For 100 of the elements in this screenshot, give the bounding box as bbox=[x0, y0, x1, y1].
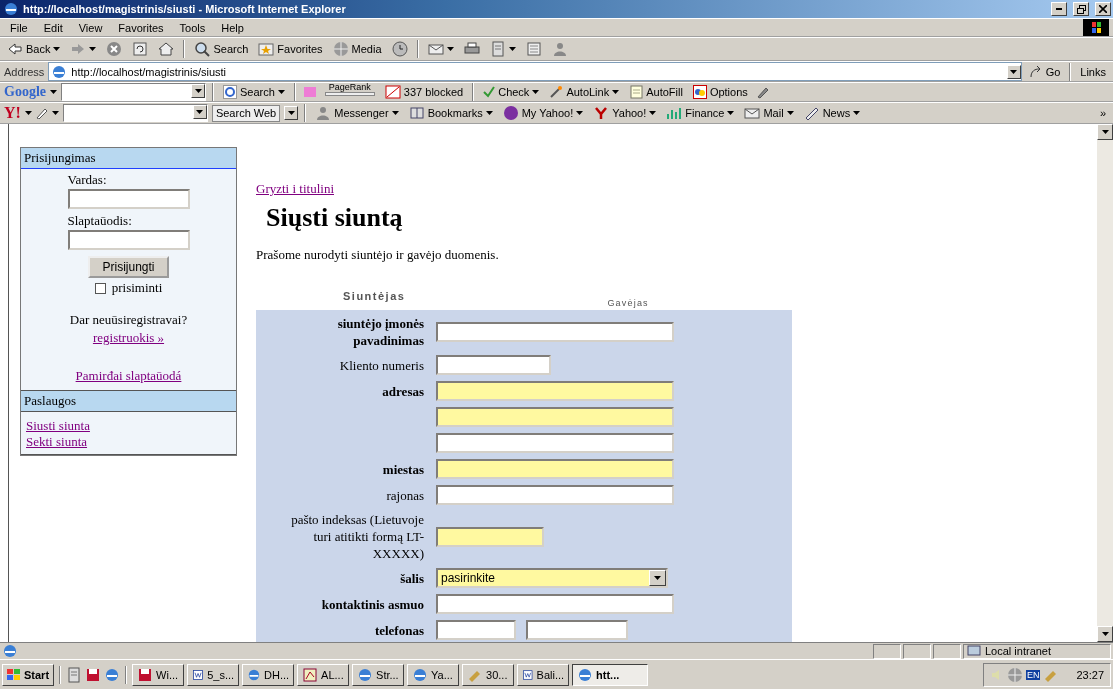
pagerank-meter[interactable]: PageRank bbox=[321, 82, 378, 102]
intro-text: Prašome nurodyti siuntėjo ir gavėjo duomenis. bbox=[256, 247, 500, 263]
input-field[interactable] bbox=[436, 407, 674, 427]
register-link[interactable]: registruokis » bbox=[92, 330, 165, 346]
forgot-password-link[interactable]: Pamirđai slaptaūodá bbox=[75, 368, 182, 384]
taskbar-button[interactable]: DH... bbox=[242, 663, 295, 686]
field-label: miestas bbox=[381, 460, 425, 478]
password-field[interactable] bbox=[67, 230, 190, 250]
address-field[interactable]: http://localhost/magistrinis/siusti bbox=[48, 62, 1022, 81]
close-button[interactable] bbox=[1095, 2, 1111, 16]
language-indicator[interactable]: EN bbox=[1025, 669, 1041, 680]
field-label: kontaktinis asmuo bbox=[320, 595, 425, 613]
start-button[interactable]: Start bbox=[2, 663, 55, 686]
field-label: siuntėjo įmonės pavadinimas bbox=[336, 315, 425, 349]
autofill-button[interactable]: AutoFill bbox=[626, 82, 686, 102]
panel-header: Prisijungimas bbox=[21, 148, 236, 169]
taskbar-button[interactable]: 30... bbox=[462, 663, 515, 686]
globe-icon bbox=[357, 666, 374, 683]
search-button[interactable]: Search bbox=[191, 39, 252, 59]
back-link[interactable]: Gryzti i titulini bbox=[256, 181, 334, 196]
receiver-heading: Gavėjas bbox=[607, 298, 649, 308]
caret-icon bbox=[391, 111, 399, 115]
input-field[interactable] bbox=[436, 459, 674, 479]
menu-item[interactable]: Tools bbox=[173, 21, 212, 34]
search-web-button[interactable]: Search Web bbox=[211, 104, 281, 122]
menu-item[interactable]: View bbox=[72, 21, 109, 34]
yahoo-toolbar-button[interactable]: Finance bbox=[663, 103, 738, 123]
input-field[interactable] bbox=[436, 381, 674, 401]
address-label: Address bbox=[4, 65, 45, 78]
yahoo-toolbar-button[interactable]: Yahoo! bbox=[590, 103, 660, 123]
scrollbar[interactable] bbox=[1097, 124, 1113, 642]
blocked-window-icon bbox=[384, 85, 401, 99]
password-label: Slaptaūodis: bbox=[67, 213, 133, 229]
y-logo[interactable]: Y! bbox=[4, 104, 21, 122]
service-link[interactable]: Siusti siunta bbox=[26, 418, 233, 434]
favorites-button[interactable]: Favorites bbox=[255, 39, 326, 59]
spell-check-button[interactable]: Check bbox=[480, 82, 543, 102]
caret-icon bbox=[612, 90, 620, 94]
person-icon bbox=[551, 41, 568, 57]
taskbar-button[interactable]: Bali... bbox=[517, 663, 570, 686]
username-field[interactable] bbox=[67, 189, 190, 209]
input-field[interactable] bbox=[436, 355, 551, 375]
page-icon bbox=[525, 41, 542, 57]
checkmark-icon bbox=[483, 86, 496, 98]
yahoo-toolbar-button[interactable]: Mail bbox=[741, 103, 797, 123]
input-field[interactable] bbox=[436, 526, 544, 547]
options-icon bbox=[692, 85, 707, 99]
g-mark-icon bbox=[223, 85, 237, 99]
printer-icon bbox=[463, 41, 480, 57]
document-icon bbox=[489, 41, 506, 57]
taskbar-button[interactable]: 5_s... bbox=[187, 663, 240, 686]
taskbar-button[interactable]: Wi... bbox=[132, 663, 185, 686]
login-button[interactable]: Prisijungti bbox=[88, 256, 169, 278]
menu-item[interactable]: File bbox=[4, 21, 34, 34]
menu-item[interactable]: Edit bbox=[37, 21, 69, 34]
globe-icon bbox=[577, 666, 594, 683]
menu-item[interactable]: Favorites bbox=[112, 21, 170, 34]
go-button[interactable]: Go bbox=[1025, 61, 1064, 82]
globe-icon bbox=[1006, 666, 1023, 683]
window-title: http://localhost/magistrinis/siusti - Microsoft Internet Explorer bbox=[23, 3, 347, 15]
options-button[interactable]: Options bbox=[689, 82, 751, 102]
refresh-icon bbox=[132, 41, 149, 57]
country-select[interactable]: pasirinkite bbox=[436, 568, 668, 588]
input-field[interactable] bbox=[436, 433, 674, 453]
taskbar-button[interactable]: AL... bbox=[297, 663, 350, 686]
input-field[interactable] bbox=[436, 594, 674, 614]
yahoo-toolbar-button[interactable]: My Yahoo! bbox=[499, 103, 587, 123]
links-button[interactable]: Links bbox=[1077, 61, 1109, 82]
taskbar-button[interactable]: Str... bbox=[352, 663, 405, 686]
caret-icon bbox=[194, 89, 202, 93]
yahoo-search-field[interactable] bbox=[62, 104, 208, 122]
taskbar-button[interactable]: htt... bbox=[572, 663, 649, 686]
yahoo-toolbar-button[interactable]: Bookmarks bbox=[405, 103, 496, 123]
back-button[interactable]: Back bbox=[4, 39, 64, 59]
popup-blocker-button[interactable]: 337 blocked bbox=[381, 82, 467, 102]
minimize-button[interactable] bbox=[1051, 2, 1067, 16]
media-button[interactable]: Media bbox=[329, 39, 385, 59]
menu-item[interactable]: Help bbox=[215, 21, 250, 34]
caret-icon bbox=[1101, 130, 1109, 134]
input-field[interactable] bbox=[436, 322, 674, 342]
input-field[interactable] bbox=[436, 485, 674, 505]
input-field[interactable] bbox=[436, 620, 516, 640]
restore-button[interactable] bbox=[1073, 2, 1089, 16]
yahoo-toolbar-button[interactable]: News bbox=[800, 103, 864, 123]
more-button[interactable]: » bbox=[1096, 103, 1109, 123]
google-search-field[interactable] bbox=[61, 83, 206, 101]
caret-icon bbox=[649, 111, 657, 115]
remember-checkbox[interactable] bbox=[94, 282, 106, 294]
clock-icon bbox=[391, 41, 408, 57]
y-mark-icon bbox=[593, 105, 610, 121]
globe-icon bbox=[412, 666, 429, 683]
autolink-button[interactable]: AutoLink bbox=[546, 82, 623, 102]
google-search-button[interactable]: Search bbox=[220, 82, 288, 102]
service-link[interactable]: Sekti siunta bbox=[26, 434, 233, 450]
input-field[interactable] bbox=[526, 620, 628, 640]
taskbar-button[interactable]: Ya... bbox=[407, 663, 460, 686]
windows-flag-icon bbox=[1083, 19, 1109, 36]
yahoo-toolbar-button[interactable]: Messenger bbox=[312, 103, 402, 123]
globe-icon bbox=[332, 41, 349, 57]
globe-icon bbox=[104, 666, 121, 683]
